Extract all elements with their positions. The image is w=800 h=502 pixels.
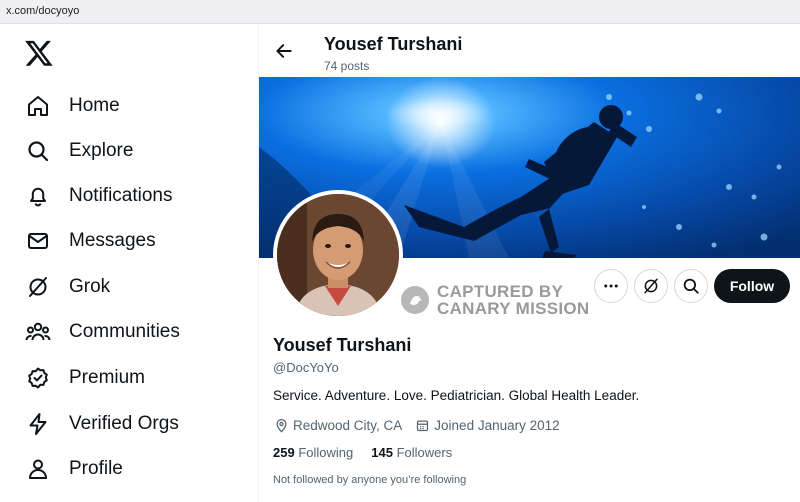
sidebar-item-label: Verified Orgs [69, 413, 179, 434]
sidebar-item-communities[interactable]: Communities [24, 312, 244, 352]
sidebar-item-premium[interactable]: Premium [24, 358, 244, 398]
sidebar-item-label: Grok [69, 276, 111, 297]
verified-badge-icon [24, 364, 52, 392]
sidebar-item-messages[interactable]: Messages [24, 221, 244, 261]
sidebar-item-label: Notifications [69, 185, 173, 206]
home-icon [24, 92, 52, 120]
bell-icon [24, 182, 52, 210]
calendar-icon [414, 417, 430, 433]
back-button[interactable] [271, 38, 297, 64]
sidebar-item-label: Home [69, 95, 120, 116]
captured-by-watermark: CAPTURED BY CANARY MISSION [401, 280, 590, 320]
following-label: Following [298, 445, 354, 460]
profile-joined-date: Joined January 2012 [434, 417, 560, 433]
grok-icon [24, 273, 52, 301]
sidebar-item-grok[interactable]: Grok [24, 267, 244, 307]
sidebar-item-label: Profile [69, 458, 123, 479]
person-icon [24, 455, 52, 483]
grok-profile-button[interactable] [634, 269, 668, 303]
profile-location: Redwood City, CA [293, 417, 403, 433]
sidebar-item-explore[interactable]: Explore [24, 131, 244, 171]
x-logo-icon[interactable] [24, 38, 54, 68]
arrow-left-icon [276, 44, 292, 58]
watermark-line2: CANARY MISSION [437, 299, 590, 318]
profile-meta-row: Redwood City, CA Joined January 2012 [273, 416, 560, 434]
url-text[interactable]: x.com/docyoyo [6, 5, 79, 17]
sidebar-item-label: Premium [69, 367, 146, 388]
avatar[interactable] [273, 190, 403, 320]
profile-display-name: Yousef Turshani [273, 335, 412, 355]
profile-stats: 259 Following 145 Followers [273, 445, 470, 460]
sidebar-item-home[interactable]: Home [24, 86, 244, 126]
sidebar-item-label: Messages [69, 230, 156, 251]
follow-button[interactable]: Follow [714, 269, 790, 303]
search-profile-button[interactable] [674, 269, 708, 303]
followed-by-note: Not followed by anyone you’re following [273, 474, 467, 486]
followers-count: 145 [371, 445, 393, 460]
followers-link[interactable]: 145 Followers [371, 445, 452, 460]
people-icon [24, 318, 52, 346]
more-options-button[interactable] [594, 269, 628, 303]
sidebar-item-verified-orgs[interactable]: Verified Orgs [24, 404, 244, 444]
location-pin-icon [273, 417, 289, 433]
sidebar-item-label: Communities [69, 321, 180, 342]
envelope-icon [24, 227, 52, 255]
browser-url-bar[interactable]: x.com/docyoyo [0, 0, 800, 24]
watermark-line1: CAPTURED BY [437, 282, 564, 301]
profile-bio: Service. Adventure. Love. Pediatrician. … [273, 388, 640, 403]
profile-header-bar: Yousef Turshani 74 posts [259, 24, 800, 77]
profile-handle: @DocYoYo [273, 360, 339, 375]
more-dots-icon [604, 284, 618, 288]
grok-icon [644, 278, 658, 294]
following-count: 259 [273, 445, 295, 460]
sidebar-item-notifications[interactable]: Notifications [24, 176, 244, 216]
search-icon [24, 137, 52, 165]
sidebar-item-profile[interactable]: Profile [24, 449, 244, 489]
canary-logo-icon [401, 286, 429, 314]
sidebar-item-label: Explore [69, 140, 134, 161]
header-profile-name: Yousef Turshani [324, 34, 463, 54]
following-link[interactable]: 259 Following [273, 445, 353, 460]
lightning-icon [24, 410, 52, 438]
profile-main-column: Yousef Turshani 74 posts CAPTURED BY CAN… [259, 24, 800, 502]
search-icon [683, 278, 699, 294]
header-post-count: 74 posts [324, 59, 370, 73]
followers-label: Followers [396, 445, 453, 460]
sidebar-nav: Home Explore Notifications Messages Grok… [0, 24, 258, 502]
